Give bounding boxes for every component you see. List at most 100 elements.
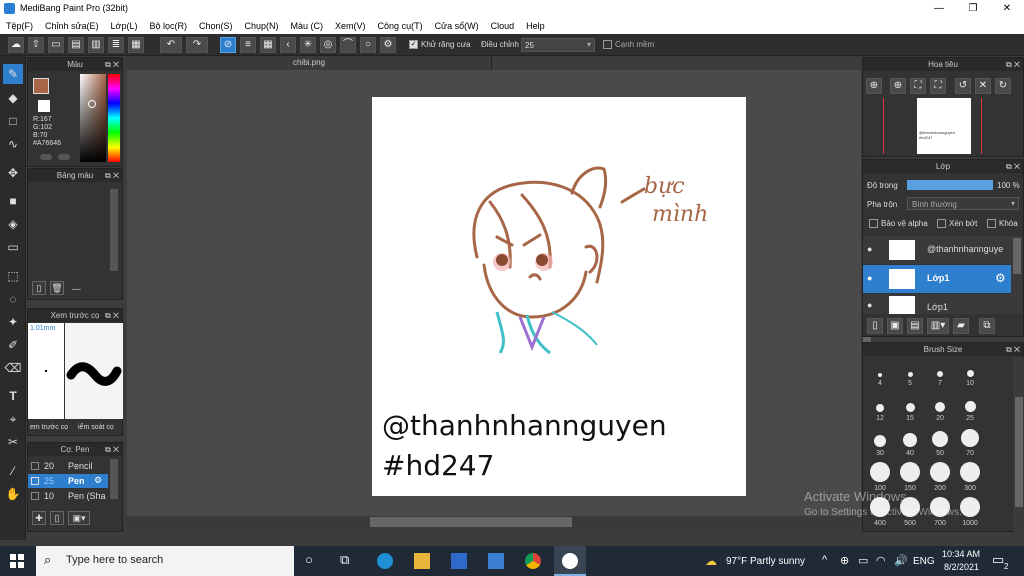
menu-filter[interactable]: Bộ lọc(R) [149, 21, 187, 31]
network-icon[interactable]: ▭ [858, 554, 868, 567]
weather-text[interactable]: 97°F Partly sunny [726, 556, 805, 567]
panel-close-icon[interactable]: ⧉ ✕ [105, 58, 119, 71]
brush-size-scrollbar[interactable] [1013, 357, 1024, 533]
new-8bit-layer-icon[interactable]: ▤ [907, 318, 923, 334]
horizontal-scrollbar[interactable] [127, 516, 861, 528]
menu-color[interactable]: Màu (C) [291, 21, 324, 31]
brush-size-option[interactable]: 100 [867, 462, 893, 492]
menu-select[interactable]: Chọn(S) [199, 21, 233, 31]
cloud-icon[interactable]: ☁ [8, 37, 24, 53]
notification-icon[interactable]: ▭ [992, 552, 1004, 568]
menu-edit[interactable]: Chỉnh sửa(E) [45, 21, 99, 31]
color-option-icon-2[interactable] [58, 154, 70, 160]
picker-cursor[interactable] [88, 100, 96, 108]
brush-size-option[interactable]: 4 [867, 357, 893, 387]
brush-size-option[interactable]: 20 [927, 392, 953, 422]
new-palette-icon[interactable]: ▯ [32, 281, 46, 295]
actual-size-icon[interactable]: ⛶ [930, 78, 946, 94]
brush-size-option[interactable]: 70 [957, 427, 983, 457]
blend-dropdown[interactable]: Bình thường ▾ [907, 197, 1019, 210]
curve-tool-icon[interactable]: ∿ [3, 134, 23, 154]
grid-icon[interactable]: ▦ [128, 37, 144, 53]
list-icon[interactable]: ≣ [108, 37, 124, 53]
store-icon[interactable] [451, 553, 467, 569]
brush-size-option[interactable]: 12 [867, 392, 893, 422]
select-pen-tool-icon[interactable]: ✐ [3, 335, 23, 355]
preview-tab-2[interactable]: iểm soát cọ [78, 424, 114, 431]
brush-size-option[interactable]: 10 [957, 357, 983, 387]
share-icon[interactable]: ▤ [68, 37, 84, 53]
brush-checkbox[interactable] [31, 462, 39, 470]
duplicate-layer-icon[interactable]: ⧉ [979, 318, 995, 334]
hand-tool-icon[interactable]: ✋ [3, 484, 23, 504]
move-tool-icon[interactable]: ✥ [3, 163, 23, 183]
secondary-color-swatch[interactable] [38, 100, 50, 112]
saturation-value-picker[interactable] [80, 74, 106, 162]
horizontal-scroll-thumb[interactable] [370, 517, 572, 527]
chrome-icon[interactable] [525, 553, 541, 569]
brush-file-icon[interactable]: ▯ [50, 511, 64, 525]
file-explorer-icon[interactable] [414, 553, 430, 569]
panel-close-icon[interactable]: ⧉ ✕ [1006, 58, 1020, 71]
tab-document[interactable]: chibi.png [127, 56, 492, 70]
lock-checkbox[interactable] [987, 219, 996, 228]
adjust-dropdown[interactable]: 25 ▾ [521, 38, 595, 52]
brush-size-option[interactable]: 7 [927, 357, 953, 387]
close-button[interactable]: ✕ [990, 0, 1024, 17]
wifi-icon[interactable]: ◠ [876, 554, 886, 567]
zoom-in-icon[interactable]: ⊕ [866, 78, 882, 94]
menu-window[interactable]: Cửa sổ(W) [435, 21, 479, 31]
new-layer-icon[interactable]: ▯ [867, 318, 883, 334]
ellipse-snap-icon[interactable]: ○ [360, 37, 376, 53]
brush-size-option[interactable]: 150 [897, 462, 923, 492]
brush-size-option[interactable]: 300 [957, 462, 983, 492]
eye-icon[interactable]: ● [867, 300, 872, 310]
undo-icon[interactable]: ↶ [160, 37, 182, 53]
select-tool-icon[interactable]: ⬚ [3, 266, 23, 286]
upload-icon[interactable]: ⇧ [28, 37, 44, 53]
brush-tool-icon[interactable]: ✎ [3, 64, 23, 84]
curve-snap-icon[interactable]: ⌒ [340, 37, 356, 53]
snap-off-icon[interactable]: ⊘ [220, 37, 236, 53]
tray-app-icon[interactable]: ⊕ [840, 554, 849, 567]
panel-close-icon[interactable]: ⧉ ✕ [1006, 160, 1020, 173]
brush-list-scrollbar[interactable] [110, 459, 118, 499]
eye-icon[interactable]: ● [867, 244, 872, 254]
brush-size-option[interactable]: 50 [927, 427, 953, 457]
language-indicator[interactable]: ENG [913, 556, 935, 567]
menu-help[interactable]: Help [526, 21, 545, 31]
hue-slider[interactable] [108, 74, 120, 162]
eraser-tool-icon[interactable]: ◆ [3, 88, 23, 108]
fill-rect-tool-icon[interactable]: ■ [3, 191, 23, 211]
layer-item-lop1-selected[interactable]: ● Lớp1 ⚙ [863, 265, 1011, 293]
layer-item-text[interactable]: ● @thanhnhannguye [863, 236, 1011, 264]
preview-tab-1[interactable]: em trước cọ [30, 424, 68, 431]
operation-tool-icon[interactable]: ⌖ [3, 409, 23, 429]
opacity-slider[interactable] [907, 180, 993, 190]
windows-start-icon[interactable] [10, 554, 24, 568]
layer-item-lop1[interactable]: ● Lớp1 [863, 294, 1011, 314]
smooth-edge-checkbox[interactable] [603, 40, 612, 49]
brush-checkbox[interactable] [31, 477, 39, 485]
brush-size-option[interactable]: 25 [957, 392, 983, 422]
add-brush-icon[interactable]: ✚ [32, 511, 46, 525]
menu-tools[interactable]: Công cụ(T) [378, 21, 423, 31]
brush-size-option[interactable]: 5 [897, 357, 923, 387]
brush-item-pen[interactable]: 25 Pen ⚙ [28, 474, 108, 488]
document-icon[interactable]: ▥ [88, 37, 104, 53]
rotate-right-icon[interactable]: ↻ [995, 78, 1011, 94]
dot-tool-icon[interactable]: □ [3, 111, 23, 131]
brush-size-option[interactable]: 15 [897, 392, 923, 422]
bucket-tool-icon[interactable]: ◈ [3, 214, 23, 234]
divide-tool-icon[interactable]: ✂ [3, 432, 23, 452]
gradient-tool-icon[interactable]: ▭ [3, 237, 23, 257]
menu-layer[interactable]: Lớp(L) [111, 21, 138, 31]
palette-scrollbar[interactable] [110, 189, 118, 271]
mail-icon[interactable] [488, 553, 504, 569]
minimize-button[interactable]: — [922, 0, 956, 17]
delete-palette-icon[interactable]: 🗑 [50, 281, 64, 295]
reset-icon[interactable]: ✕ [975, 78, 991, 94]
gear-icon[interactable]: ⚙ [94, 475, 102, 486]
brush-size-option[interactable]: 200 [927, 462, 953, 492]
task-view-icon[interactable]: ⧉ [340, 552, 349, 568]
